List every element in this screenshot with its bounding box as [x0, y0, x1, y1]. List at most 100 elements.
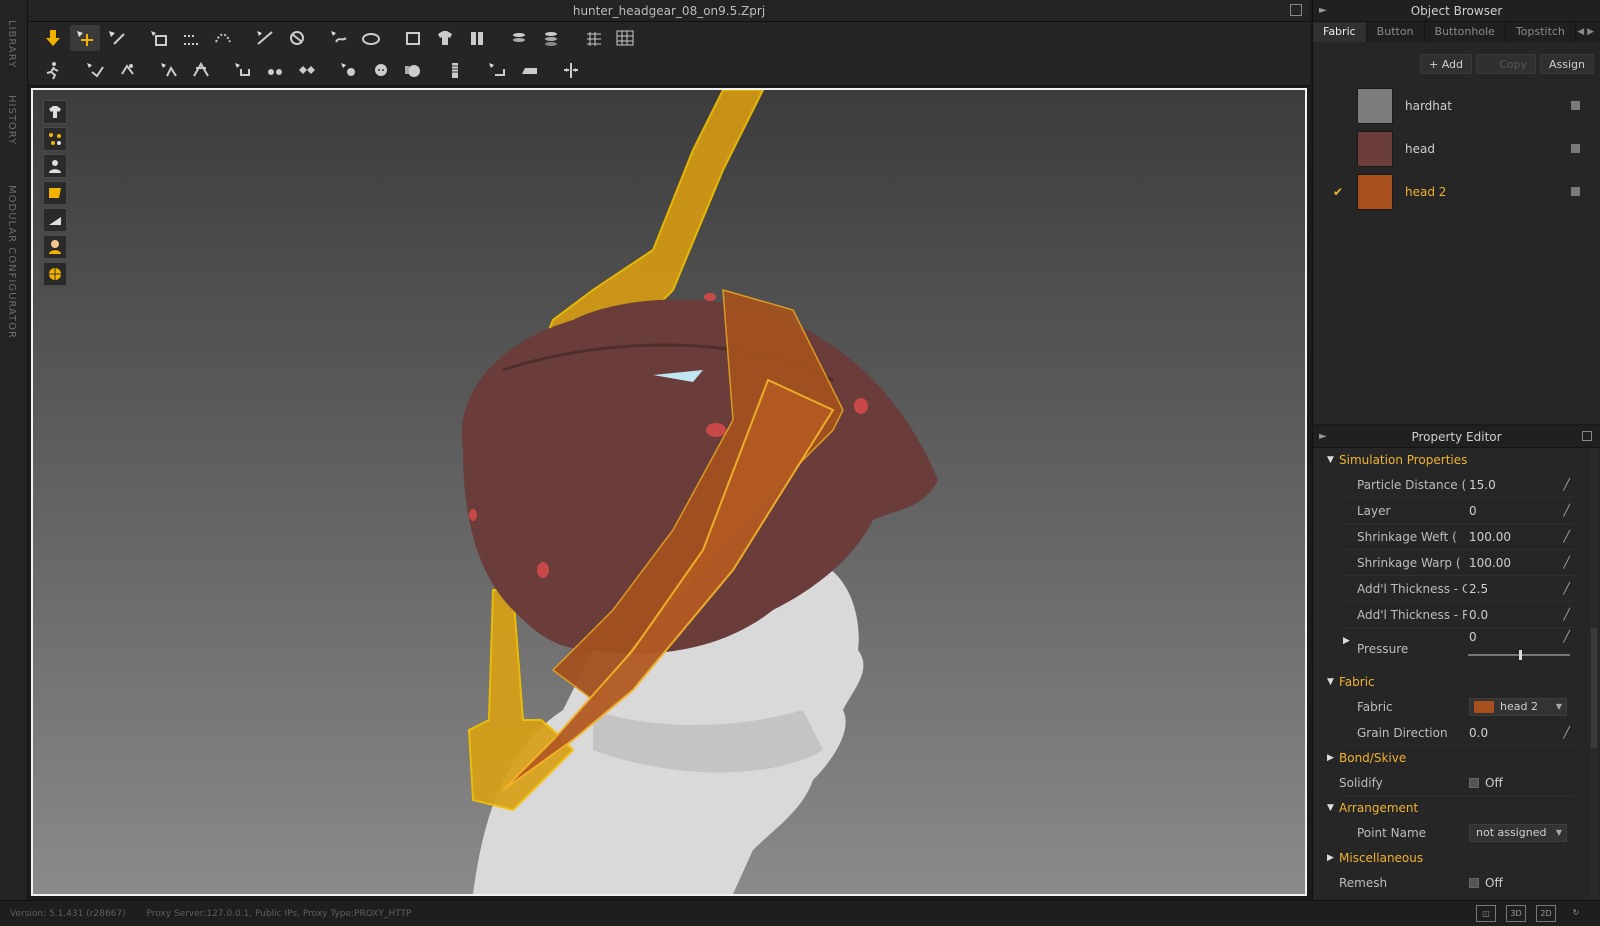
expand-triangle-icon[interactable]: ▶: [1327, 746, 1334, 770]
side-tab-history[interactable]: HISTORY: [6, 95, 17, 145]
stack-icon[interactable]: [536, 25, 566, 51]
tab-topstitch[interactable]: Topstitch: [1506, 22, 1576, 42]
panel-pin-icon[interactable]: ►: [1319, 0, 1327, 22]
arrange-icon[interactable]: [356, 25, 386, 51]
maximize-icon[interactable]: [1582, 431, 1592, 441]
point-name-dropdown[interactable]: not assigned ▼: [1469, 824, 1567, 842]
avatar-icon[interactable]: [398, 25, 428, 51]
picker-icon[interactable]: ╱: [1563, 720, 1570, 746]
ruler-icon[interactable]: [514, 57, 544, 83]
fabric-export-icon[interactable]: [1571, 144, 1580, 153]
copy-fabric-button[interactable]: Copy: [1476, 54, 1536, 74]
button-attach-icon[interactable]: [334, 57, 364, 83]
garment-points-icon[interactable]: [43, 127, 67, 151]
pin2-icon[interactable]: [112, 57, 142, 83]
side-tab-library[interactable]: LIBRARY: [6, 20, 17, 68]
fabric-item-head-2[interactable]: ✔ head 2: [1313, 170, 1600, 213]
fabric-export-icon[interactable]: [1571, 101, 1580, 110]
zipper-icon[interactable]: [440, 57, 470, 83]
side-tab-modular-configurator[interactable]: MODULAR CONFIGURATOR: [6, 185, 17, 339]
rotate-icon[interactable]: [144, 25, 174, 51]
section-miscellaneous[interactable]: ▶ Miscellaneous: [1313, 846, 1600, 870]
pin-icon[interactable]: [80, 57, 110, 83]
sewing-icon[interactable]: [282, 25, 312, 51]
scrollbar-thumb[interactable]: [1591, 628, 1597, 748]
button-tool-icon[interactable]: [228, 57, 258, 83]
garment-scene[interactable]: [33, 90, 1305, 894]
edit-pattern-icon[interactable]: [102, 25, 132, 51]
snap-icon[interactable]: [556, 57, 586, 83]
move-icon[interactable]: [70, 25, 100, 51]
collapse-triangle-icon[interactable]: ▼: [1327, 796, 1334, 820]
buttonhole-tool-icon[interactable]: [260, 57, 290, 83]
segment-icon[interactable]: [250, 25, 280, 51]
fold-icon[interactable]: [324, 25, 354, 51]
split-view-icon[interactable]: ◫: [1476, 905, 1496, 922]
tab-buttonhole[interactable]: Buttonhole: [1425, 22, 1506, 42]
shirt-icon[interactable]: [430, 25, 460, 51]
pressure-value[interactable]: 0: [1469, 624, 1477, 650]
maximize-icon[interactable]: [1290, 4, 1302, 16]
picker-icon[interactable]: ╱: [1563, 524, 1570, 550]
picker-icon[interactable]: ╱: [1563, 550, 1570, 576]
simulate-icon[interactable]: [38, 57, 68, 83]
picker-icon[interactable]: ╱: [1563, 624, 1570, 650]
surface-icon[interactable]: [43, 208, 67, 232]
garment-icon[interactable]: [462, 25, 492, 51]
fabric-texture-icon[interactable]: [43, 181, 67, 205]
panel-pin-icon[interactable]: ►: [1319, 426, 1327, 448]
tab-scroll-arrows-icon[interactable]: ◀ ▶: [1577, 22, 1594, 42]
collapse-triangle-icon[interactable]: ▼: [1327, 670, 1334, 694]
avatar-display-icon[interactable]: [43, 100, 67, 124]
topstitch-icon[interactable]: [292, 57, 322, 83]
transform-icon[interactable]: [176, 25, 206, 51]
property-editor-scrollbar[interactable]: [1590, 448, 1598, 898]
value-field[interactable]: 100.00: [1469, 524, 1511, 550]
pressure-slider[interactable]: [1468, 650, 1570, 660]
skin-icon[interactable]: [43, 235, 67, 259]
section-bond-skive[interactable]: ▶ Bond/Skive: [1313, 746, 1600, 770]
value-field[interactable]: 15.0: [1469, 472, 1496, 498]
value-field[interactable]: 100.00: [1469, 550, 1511, 576]
arrow-down-icon[interactable]: [38, 25, 68, 51]
pin-marker: [469, 509, 477, 521]
tack-icon[interactable]: [154, 57, 184, 83]
layer-icon[interactable]: [504, 25, 534, 51]
add-fabric-button[interactable]: + Add: [1419, 54, 1472, 74]
section-arrangement[interactable]: ▼ Arrangement: [1313, 796, 1600, 820]
picker-icon[interactable]: ╱: [1563, 498, 1570, 524]
fabric-item-head[interactable]: head: [1313, 127, 1600, 170]
solidify-checkbox[interactable]: [1469, 778, 1479, 788]
expand-triangle-icon[interactable]: ▶: [1343, 628, 1350, 654]
remesh-checkbox[interactable]: [1469, 878, 1479, 888]
circle-icon[interactable]: [366, 57, 396, 83]
fabric-export-icon[interactable]: [1571, 187, 1580, 196]
collapse-triangle-icon[interactable]: ▼: [1327, 448, 1334, 472]
avatar-show-icon[interactable]: [43, 154, 67, 178]
tab-fabric[interactable]: Fabric: [1313, 22, 1367, 42]
view-3d-button[interactable]: 3D: [1506, 905, 1526, 922]
value-field[interactable]: 2.5: [1469, 576, 1488, 602]
curve-icon[interactable]: [208, 25, 238, 51]
measure-icon[interactable]: [482, 57, 512, 83]
grid2-icon[interactable]: [610, 25, 640, 51]
expand-triangle-icon[interactable]: ▶: [1327, 846, 1334, 870]
section-simulation-properties[interactable]: ▼ Simulation Properties: [1313, 448, 1600, 472]
value-field[interactable]: 0.0: [1469, 720, 1488, 746]
globe-icon[interactable]: [43, 262, 67, 286]
value-field[interactable]: 0: [1469, 498, 1477, 524]
tack2-icon[interactable]: [186, 57, 216, 83]
grid-icon[interactable]: [578, 25, 608, 51]
refresh-icon[interactable]: ↻: [1566, 905, 1586, 922]
view-2d-button[interactable]: 2D: [1536, 905, 1556, 922]
slider-knob[interactable]: [1519, 650, 1522, 660]
3d-viewport[interactable]: [31, 88, 1307, 896]
section-fabric[interactable]: ▼ Fabric: [1313, 670, 1600, 694]
assign-fabric-button[interactable]: Assign: [1540, 54, 1594, 74]
picker-icon[interactable]: ╱: [1563, 576, 1570, 602]
lock-icon[interactable]: [398, 57, 428, 83]
tab-button[interactable]: Button: [1367, 22, 1425, 42]
picker-icon[interactable]: ╱: [1563, 472, 1570, 498]
fabric-dropdown[interactable]: head 2 ▼: [1469, 698, 1567, 716]
fabric-item-hardhat[interactable]: hardhat: [1313, 84, 1600, 127]
